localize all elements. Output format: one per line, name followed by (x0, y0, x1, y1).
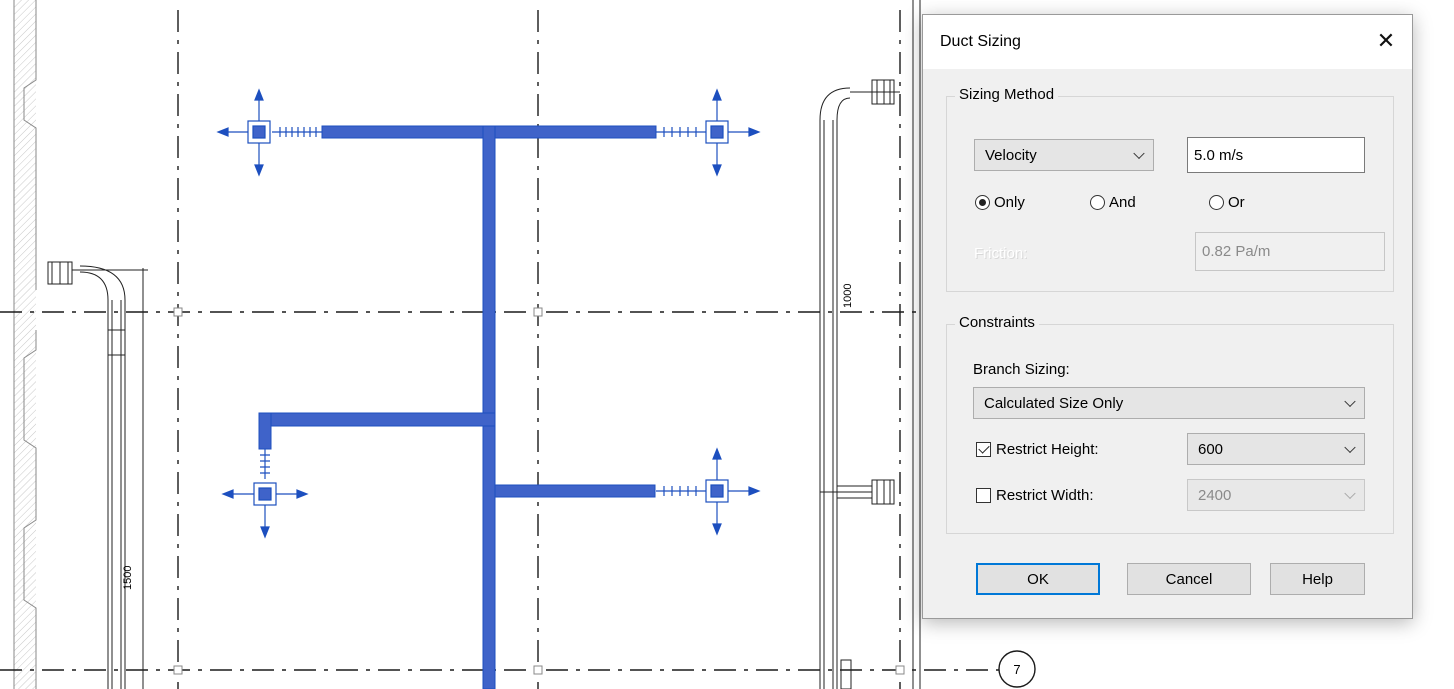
pipe-right (819, 79, 900, 689)
restrict-height-select[interactable]: 600 (1187, 433, 1365, 465)
cancel-button-label: Cancel (1165, 570, 1213, 588)
velocity-input-value: 5.0 m/s (1194, 146, 1244, 164)
constraints-legend: Constraints (955, 314, 1039, 331)
duct-sizing-dialog: Duct Sizing ✕ Sizing Method Velocity 5.0… (922, 14, 1413, 619)
dimension-label-1000: 1000 (842, 284, 854, 308)
radio-and[interactable]: And (1090, 194, 1136, 211)
constraints-group: Constraints Branch Sizing: Calculated Si… (946, 314, 1394, 534)
air-terminal-bottom-right[interactable] (705, 447, 761, 536)
dialog-title: Duct Sizing (940, 33, 1021, 50)
radio-or-label: Or (1228, 194, 1245, 211)
help-button[interactable]: Help (1270, 563, 1365, 595)
radio-or[interactable]: Or (1209, 194, 1245, 211)
radio-and-indicator (1090, 195, 1105, 210)
restrict-height-select-value: 600 (1198, 440, 1224, 458)
svg-text:7: 7 (1013, 662, 1020, 677)
restrict-height-label: Restrict Height: (996, 441, 1099, 458)
air-terminal-top-right[interactable] (705, 88, 761, 177)
grid-bubble-7: 7 (998, 650, 1036, 688)
help-button-label: Help (1302, 570, 1333, 588)
friction-label: Friction: (974, 245, 1028, 262)
wall-left (13, 0, 37, 689)
air-terminal-bottom-left[interactable] (221, 482, 309, 539)
restrict-width-select-value: 2400 (1198, 486, 1232, 504)
sizing-method-legend: Sizing Method (955, 86, 1059, 103)
close-button[interactable]: ✕ (1370, 25, 1402, 57)
friction-input-value: 0.82 Pa/m (1202, 243, 1271, 260)
duct-network-selected[interactable] (258, 125, 657, 689)
ok-button[interactable]: OK (976, 563, 1100, 595)
grid-lines (0, 10, 1000, 689)
sizing-method-select[interactable]: Velocity (974, 139, 1154, 171)
friction-input[interactable]: 0.82 Pa/m (1195, 232, 1385, 271)
radio-and-label: And (1109, 194, 1136, 211)
restrict-height-checkbox[interactable]: Restrict Height: (976, 441, 1099, 458)
branch-sizing-select-value: Calculated Size Only (984, 394, 1124, 412)
dimension-label-1500: 1500 (122, 566, 134, 590)
radio-or-indicator (1209, 195, 1224, 210)
restrict-width-select[interactable]: 2400 (1187, 479, 1365, 511)
close-icon: ✕ (1376, 28, 1396, 53)
chevron-down-icon (1344, 487, 1356, 500)
branch-sizing-select[interactable]: Calculated Size Only (973, 387, 1365, 419)
restrict-width-label: Restrict Width: (996, 487, 1094, 504)
restrict-height-checkbox-indicator (976, 442, 991, 457)
restrict-width-checkbox-indicator (976, 488, 991, 503)
sizing-method-select-value: Velocity (985, 146, 1037, 164)
velocity-input[interactable]: 5.0 m/s (1187, 137, 1365, 173)
restrict-width-checkbox[interactable]: Restrict Width: (976, 487, 1094, 504)
radio-only-indicator (975, 195, 990, 210)
pipe-left (47, 261, 148, 689)
branch-sizing-label: Branch Sizing: (973, 361, 1070, 378)
sizing-method-group: Sizing Method Velocity 5.0 m/s Only And … (946, 86, 1394, 292)
radio-only[interactable]: Only (975, 194, 1025, 211)
chevron-down-icon (1133, 147, 1145, 160)
chevron-down-icon (1344, 395, 1356, 408)
dialog-titlebar[interactable]: Duct Sizing ✕ (923, 15, 1412, 69)
cancel-button[interactable]: Cancel (1127, 563, 1251, 595)
radio-only-label: Only (994, 194, 1025, 211)
air-terminal-top-left[interactable] (216, 88, 271, 177)
ok-button-label: OK (1027, 570, 1049, 588)
chevron-down-icon (1344, 441, 1356, 454)
